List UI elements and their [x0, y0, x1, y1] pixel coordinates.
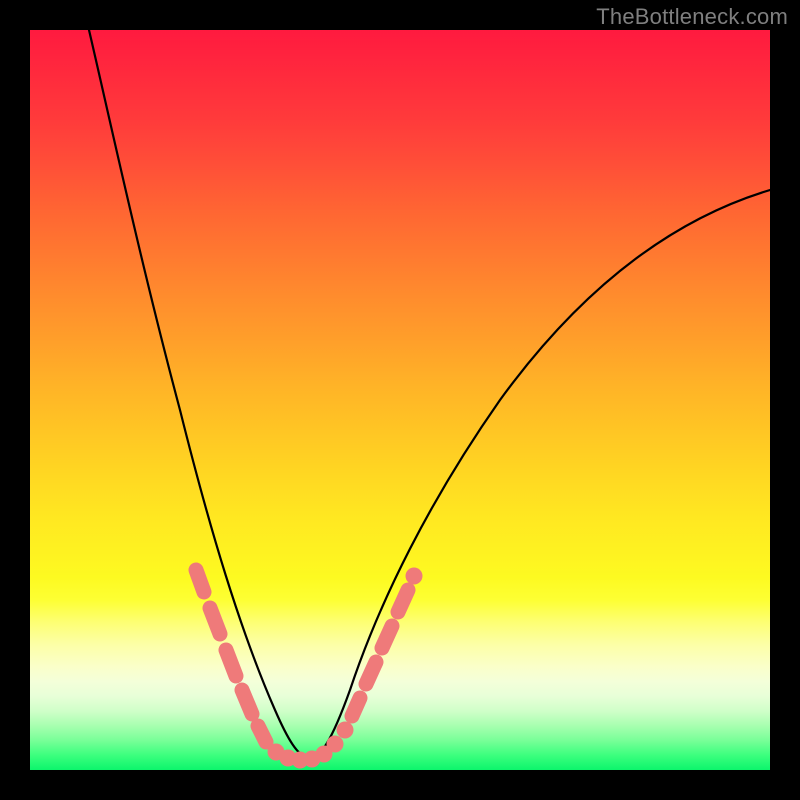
bead-seg [226, 650, 236, 676]
bottleneck-curve [89, 30, 770, 758]
bead-seg [352, 698, 360, 716]
plot-area [30, 30, 770, 770]
bead-seg [196, 570, 204, 592]
bead-overlay [196, 568, 423, 769]
curve-svg [30, 30, 770, 770]
bead-dot [337, 722, 354, 739]
bead-dot [327, 736, 344, 753]
bead-dot [406, 568, 423, 585]
bead-seg [258, 726, 266, 742]
watermark-text: TheBottleneck.com [596, 4, 788, 30]
chart-stage: TheBottleneck.com [0, 0, 800, 800]
bead-seg [242, 690, 252, 714]
bead-seg [210, 608, 220, 634]
bead-seg [398, 590, 408, 612]
bead-seg [382, 626, 392, 648]
bead-seg [366, 662, 376, 684]
